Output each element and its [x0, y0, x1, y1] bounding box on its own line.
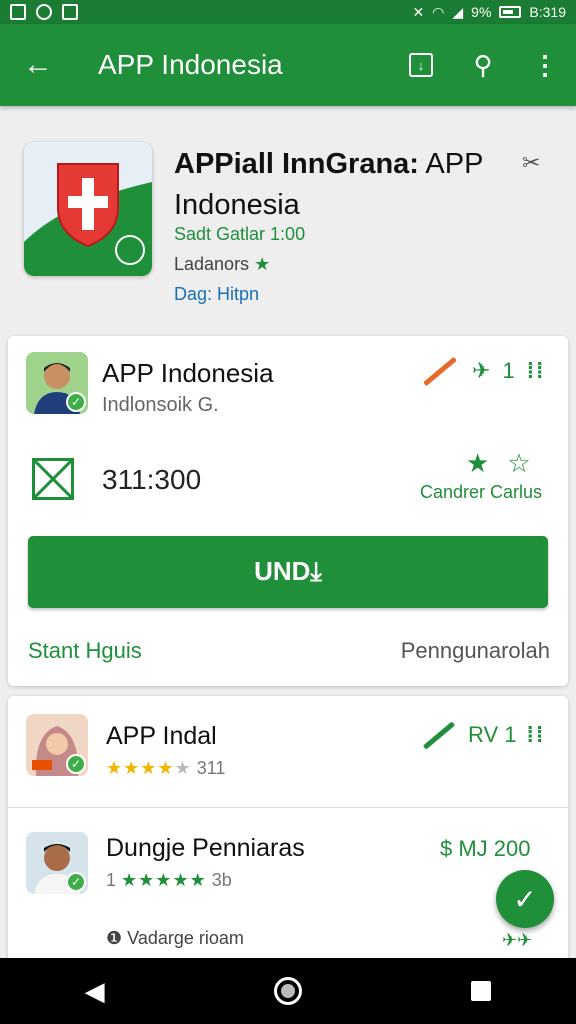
users-link[interactable]: Penngunarolah — [401, 638, 550, 664]
app-icon — [24, 142, 152, 276]
star-rating-icon: ★★★★★ — [121, 870, 207, 890]
rating-prefix: 1 — [106, 870, 117, 890]
price: $ MJ 200 — [440, 836, 531, 861]
nav-back-icon[interactable]: ◀ — [85, 976, 105, 1007]
verified-badge-icon: ✓ — [66, 754, 86, 774]
tools-icon[interactable]: ✂ — [522, 150, 540, 176]
back-arrow-icon[interactable]: ← — [0, 24, 76, 106]
rating-icons: ★ ☆ — [466, 448, 531, 479]
star-rating-icon: ★★★★★ — [106, 758, 192, 778]
verified-badge-icon: ✓ — [66, 392, 86, 412]
signal-percent: 9% — [471, 4, 492, 20]
chat-fab-icon[interactable]: ✓ — [496, 870, 554, 928]
app-developer-line: Ladanors ★ — [174, 254, 270, 275]
app-name: Dungje Penniaras — [106, 834, 305, 862]
more-options-icon[interactable]: ⁞⁞ — [527, 722, 546, 748]
app-hero: APPiall InnGrana: APP Indonesia Sadt Gat… — [0, 106, 576, 328]
info-icon: ❶ — [106, 928, 123, 948]
app-name: APP Indal — [106, 722, 217, 750]
app-full-title: APPiall InnGrana: APP Indonesia — [174, 144, 514, 226]
app-avatar: ✓ — [26, 832, 88, 894]
edit-icon[interactable] — [422, 720, 456, 750]
notification-icons — [10, 4, 78, 20]
app-size: 311:300 — [102, 464, 202, 495]
image-icon — [10, 4, 26, 20]
mute-icon: ✕ — [412, 3, 425, 20]
star-filled-icon[interactable]: ★ — [466, 448, 489, 479]
list-item[interactable]: ✓ Dungje Penniaras 1 ★★★★★ 3b $ MJ 200 — [8, 808, 568, 920]
system-nav-bar: ◀ — [0, 958, 576, 1024]
size-icon — [32, 458, 74, 500]
related-apps-card: ✓ APP Indal ★★★★★ 311 RV 1 ⁞⁞ ✓ Dungje P… — [8, 696, 568, 966]
publisher-name: Indlonsoik G. — [102, 394, 219, 416]
clock: B:319 — [529, 4, 566, 20]
edit-icon[interactable] — [423, 356, 457, 386]
system-icons: ✕ ◠ ◢ 9% B:319 — [412, 4, 566, 21]
publisher-avatar: ✓ — [26, 352, 88, 414]
rating: 1 ★★★★★ 3b — [106, 870, 232, 891]
app-detail-card: ✓ APP Indonesia Indlonsoik G. ✈ 1 ⁞⁞ 311… — [8, 336, 568, 686]
app-bar: ← APP Indonesia ↓ ⚲ ⋮ — [0, 24, 576, 106]
list-item-subtitle: Vadarge rioam — [127, 928, 244, 948]
row-actions: RV 1 ⁞⁞ — [420, 720, 546, 750]
details-link[interactable]: Stant Hguis — [28, 638, 142, 664]
nav-home-icon[interactable] — [273, 977, 302, 1005]
list-item[interactable]: ✓ APP Indal ★★★★★ 311 RV 1 ⁞⁞ — [8, 696, 568, 808]
battery-icon — [499, 6, 522, 18]
wifi-icon: ◠ — [432, 3, 445, 20]
app-notification-icon — [36, 4, 52, 20]
card-actions: ✈ 1 ⁞⁞ — [420, 356, 546, 386]
app-title-bold: APPiall InnGrana: — [174, 148, 419, 180]
app-name: APP Indonesia — [102, 358, 274, 388]
share-box-icon: ↓ — [409, 53, 433, 77]
status-bar: ✕ ◠ ◢ 9% B:319 — [0, 0, 576, 24]
photo-icon — [62, 4, 78, 20]
rating-label: Candrer Carlus — [420, 482, 543, 502]
shield-logo-icon — [24, 142, 152, 276]
more-options-icon[interactable]: ⁞⁞ — [527, 358, 546, 384]
signal-icon: ◢ — [452, 3, 464, 20]
envelope-icon — [33, 459, 73, 499]
list-item-partial[interactable]: ❶ Vadarge rioam — [106, 928, 244, 949]
share-button[interactable]: ↓ — [390, 24, 452, 106]
more-vert-icon[interactable]: ⋮ — [514, 24, 576, 106]
app-category-link[interactable]: Dag: Hitpn — [174, 284, 259, 305]
star-icon: ★ — [254, 254, 271, 274]
nav-recents-icon[interactable] — [471, 981, 492, 1001]
install-button[interactable]: UND⤓ — [28, 536, 548, 608]
search-icon[interactable]: ⚲ — [452, 24, 514, 106]
rating-count: 311 — [196, 758, 226, 778]
app-meta-line: Sadt Gatlar 1:00 — [174, 224, 306, 244]
rating: ★★★★★ 311 — [106, 758, 225, 779]
small-pin-icon: ✈✈ — [502, 930, 533, 950]
app-avatar: ✓ — [26, 714, 88, 776]
star-outline-icon[interactable]: ☆ — [507, 448, 530, 479]
verified-badge-icon: ✓ — [66, 872, 86, 892]
action-label: RV 1 — [468, 722, 517, 747]
pin-icon[interactable]: ✈ — [472, 358, 490, 384]
developer-label: Ladanors — [174, 254, 250, 274]
page-title: APP Indonesia — [98, 49, 283, 80]
rating-count: 3b — [211, 870, 232, 890]
rank-value: 1 — [502, 358, 515, 383]
